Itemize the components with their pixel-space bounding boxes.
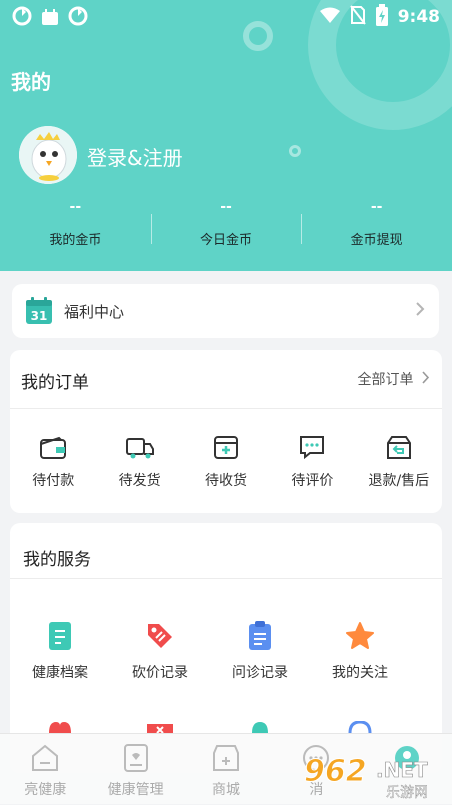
no-sim-icon bbox=[349, 5, 366, 29]
box-icon bbox=[214, 436, 239, 459]
service-label: 砍价记录 bbox=[132, 665, 188, 681]
services-row: 健康档案 砍价记录 问诊记录 我的关注 bbox=[10, 618, 410, 682]
wifi-icon bbox=[319, 7, 340, 27]
chevron-right-icon bbox=[422, 371, 430, 384]
order-refund[interactable]: 退款/售后 bbox=[356, 430, 442, 490]
home-icon bbox=[32, 744, 59, 771]
welfare-center-label: 福利中心 bbox=[64, 303, 125, 321]
welfare-center-row[interactable]: 31 福利中心 bbox=[12, 284, 439, 338]
profile-header: 9:48 我的 登录&注册 -- 我的金币 -- 今日金币 -- 金币提现 bbox=[0, 0, 452, 271]
watermark-subtitle: 乐游网 bbox=[386, 785, 428, 801]
login-register-link[interactable]: 登录&注册 bbox=[87, 142, 183, 171]
service-bargain-records[interactable]: 砍价记录 bbox=[110, 618, 210, 682]
tab-label: 健康管理 bbox=[107, 782, 164, 798]
stat-label: 我的金币 bbox=[49, 233, 102, 248]
stat-label: 金币提现 bbox=[350, 233, 403, 248]
divider bbox=[10, 408, 442, 409]
bag-icon bbox=[40, 6, 60, 26]
order-pending-review[interactable]: 待评价 bbox=[269, 430, 355, 490]
order-item-label: 待收货 bbox=[205, 473, 248, 489]
stat-my-coins[interactable]: -- 我的金币 bbox=[0, 196, 151, 256]
tab-health-management[interactable]: 健康管理 bbox=[90, 734, 180, 804]
stat-value: -- bbox=[69, 199, 82, 215]
truck-icon bbox=[125, 438, 154, 459]
order-item-label: 待付款 bbox=[32, 473, 75, 489]
watermark-brand: 962 bbox=[304, 754, 367, 789]
order-status-row: 待付款 待发货 待收货 待评价 退款/售后 bbox=[10, 430, 442, 490]
stat-value: -- bbox=[220, 199, 232, 215]
star-icon bbox=[346, 622, 374, 649]
clipboard-icon bbox=[249, 621, 271, 650]
calendar-day: 31 bbox=[31, 309, 48, 323]
battery-icon bbox=[375, 4, 388, 30]
headset-icon[interactable] bbox=[310, 721, 410, 733]
order-pending-shipment[interactable]: 待发货 bbox=[96, 430, 182, 490]
chevron-right-icon bbox=[415, 298, 425, 322]
service-consult-records[interactable]: 问诊记录 bbox=[210, 618, 310, 682]
orders-title: 我的订单 bbox=[21, 373, 89, 393]
service-my-follows[interactable]: 我的关注 bbox=[310, 618, 410, 682]
service-health-record[interactable]: 健康档案 bbox=[10, 618, 110, 682]
status-time: 9:48 bbox=[397, 7, 440, 27]
stat-today-coins[interactable]: -- 今日金币 bbox=[150, 196, 302, 256]
tab-shop[interactable]: 商城 bbox=[181, 734, 271, 804]
stat-label: 今日金币 bbox=[200, 233, 253, 248]
calendar-icon: 31 bbox=[25, 297, 53, 329]
watermark-domain: .NET bbox=[376, 758, 428, 782]
health-manage-icon bbox=[123, 744, 148, 772]
shop-icon bbox=[213, 745, 240, 771]
status-bar: 9:48 bbox=[0, 0, 452, 32]
orders-card: 我的订单 全部订单 待付款 待发货 待收货 待评价 退款/售后 bbox=[10, 350, 442, 513]
order-item-label: 待发货 bbox=[118, 473, 161, 489]
order-item-label: 待评价 bbox=[291, 473, 334, 489]
health-record-icon bbox=[49, 622, 71, 650]
watermark-logo: 962 .NET 乐游网 bbox=[302, 751, 450, 802]
services-title: 我的服务 bbox=[23, 550, 91, 570]
return-icon bbox=[386, 436, 411, 459]
tab-label: 亮健康 bbox=[24, 782, 67, 798]
service-label: 健康档案 bbox=[32, 665, 88, 681]
tab-home[interactable]: 亮健康 bbox=[0, 734, 90, 804]
sync-icon bbox=[68, 6, 88, 26]
service-label: 我的关注 bbox=[332, 665, 388, 681]
gift-icon[interactable] bbox=[110, 721, 210, 733]
coin-stats: -- 我的金币 -- 今日金币 -- 金币提现 bbox=[0, 196, 452, 256]
page-title: 我的 bbox=[11, 70, 51, 94]
order-pending-receipt[interactable]: 待收货 bbox=[183, 430, 269, 490]
location-icon[interactable] bbox=[210, 721, 310, 733]
all-orders-label: 全部订单 bbox=[357, 372, 414, 388]
sync-icon bbox=[12, 6, 32, 26]
heart-icon[interactable] bbox=[10, 721, 110, 733]
wallet-icon bbox=[40, 436, 67, 459]
tab-label: 商城 bbox=[212, 782, 241, 798]
services-row-partial bbox=[10, 721, 410, 733]
order-item-label: 退款/售后 bbox=[368, 473, 430, 489]
service-label: 问诊记录 bbox=[232, 665, 288, 681]
decorative-dot bbox=[289, 145, 301, 157]
all-orders-link[interactable]: 全部订单 bbox=[358, 369, 430, 389]
order-pending-payment[interactable]: 待付款 bbox=[10, 430, 96, 490]
price-tag-icon bbox=[148, 624, 172, 648]
divider bbox=[10, 578, 442, 579]
stat-value: -- bbox=[370, 199, 383, 215]
stat-withdraw-coins[interactable]: -- 金币提现 bbox=[301, 196, 452, 256]
avatar[interactable] bbox=[19, 126, 77, 184]
comment-icon bbox=[300, 436, 325, 460]
